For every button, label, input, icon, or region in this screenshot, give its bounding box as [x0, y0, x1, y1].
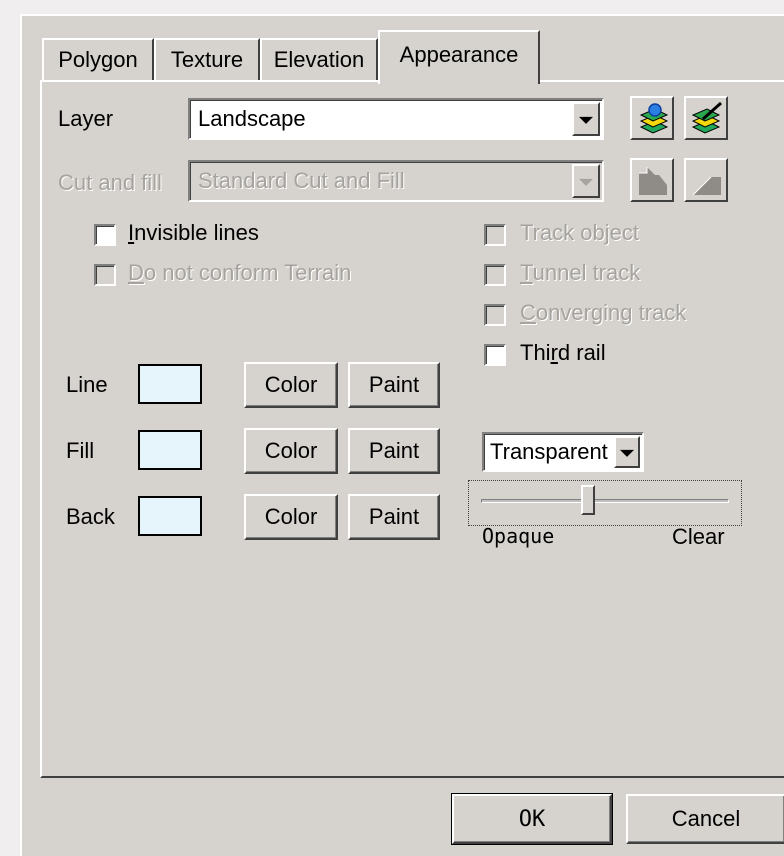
appearance-panel: Layer Landscape Cut and fill Standard Cu… [40, 80, 784, 778]
back-color-button[interactable]: Color [244, 494, 338, 540]
track-object-checkbox[interactable] [484, 224, 506, 246]
slider-thumb[interactable] [580, 485, 595, 515]
transparency-value: Transparent [490, 439, 608, 464]
invisible-lines-label[interactable]: Invisible lines [128, 220, 259, 246]
line-color-swatch[interactable] [138, 364, 202, 404]
chevron-down-icon [579, 178, 593, 186]
layer-label: Layer [58, 106, 114, 131]
layer-combobox[interactable]: Landscape [188, 98, 604, 140]
converging-track-checkbox[interactable] [484, 304, 506, 326]
slider-min-label: Opaque [482, 524, 555, 548]
transparency-dropdown-button[interactable] [614, 436, 640, 468]
do-not-conform-label[interactable]: Do not conform Terrain [128, 260, 351, 286]
cut-fill-button[interactable] [630, 158, 674, 202]
cut-and-fill-dropdown-button[interactable] [572, 164, 600, 198]
tab-appearance[interactable]: Appearance [378, 30, 540, 84]
third-rail-checkbox[interactable] [484, 344, 506, 366]
slope-icon [692, 176, 721, 196]
properties-dialog: Polygon Texture Elevation Appearance Lay… [20, 14, 784, 856]
layer-dropdown-button[interactable] [572, 102, 600, 136]
cancel-button[interactable]: Cancel [626, 794, 784, 844]
tunnel-track-label[interactable]: Tunnel track [520, 260, 640, 286]
cut-fill-icon [639, 167, 667, 195]
fill-label: Fill [66, 438, 95, 463]
cut-and-fill-label: Cut and fill [58, 170, 162, 195]
slider-max-label: Clear [672, 524, 725, 549]
line-paint-button[interactable]: Paint [348, 362, 440, 408]
fill-color-swatch[interactable] [138, 430, 202, 470]
converging-track-label[interactable]: Converging track [520, 300, 686, 326]
back-label: Back [66, 504, 115, 529]
slope-button[interactable] [684, 158, 728, 202]
ok-button[interactable]: OK [451, 793, 613, 845]
cut-and-fill-value: Standard Cut and Fill [198, 168, 405, 193]
line-color-button[interactable]: Color [244, 362, 338, 408]
do-not-conform-checkbox[interactable] [94, 264, 116, 286]
slider-track [481, 499, 729, 503]
layer-edit-button[interactable] [684, 96, 728, 140]
invisible-lines-checkbox[interactable] [94, 224, 116, 246]
track-object-label[interactable]: Track object [520, 220, 639, 246]
line-label: Line [66, 372, 108, 397]
layer-add-button[interactable] [630, 96, 674, 140]
transparency-combobox[interactable]: Transparent [482, 432, 644, 472]
tab-polygon[interactable]: Polygon [42, 38, 154, 80]
fill-paint-button[interactable]: Paint [348, 428, 440, 474]
opacity-slider[interactable] [468, 480, 742, 526]
back-color-swatch[interactable] [138, 496, 202, 536]
back-paint-button[interactable]: Paint [348, 494, 440, 540]
layer-add-icon [639, 103, 669, 134]
chevron-down-icon [620, 449, 634, 457]
chevron-down-icon [579, 116, 593, 124]
tab-texture[interactable]: Texture [154, 38, 260, 80]
tunnel-track-checkbox[interactable] [484, 264, 506, 286]
cut-and-fill-combobox[interactable]: Standard Cut and Fill [188, 160, 604, 202]
tab-elevation[interactable]: Elevation [260, 38, 378, 80]
layer-value: Landscape [198, 106, 306, 131]
layer-edit-icon [691, 101, 722, 134]
third-rail-label[interactable]: Third rail [520, 340, 606, 366]
fill-color-button[interactable]: Color [244, 428, 338, 474]
